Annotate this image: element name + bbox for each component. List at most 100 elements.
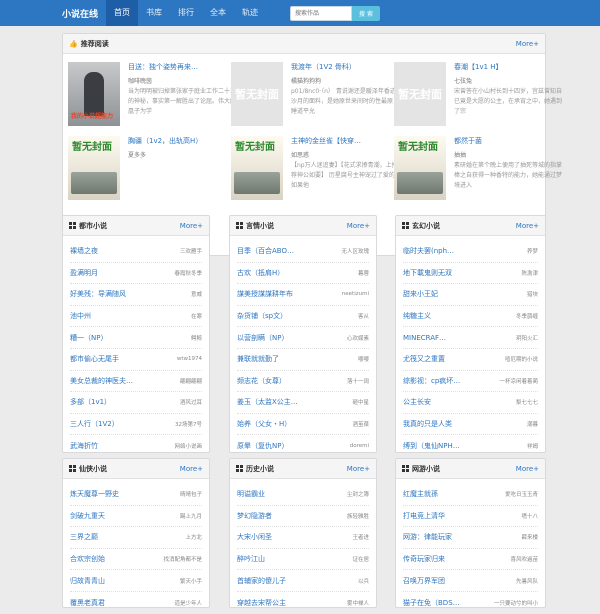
list-item[interactable]: 召唤万界军团 先暑风队 [403, 570, 538, 592]
book-title[interactable]: 目送：独个姿势再来… [128, 62, 238, 72]
book-title-link[interactable]: 临时夫罢(nph… [403, 246, 454, 256]
category-more-link[interactable]: More+ [180, 465, 203, 473]
book-title[interactable]: 春潮【1v1 H】 [454, 62, 564, 72]
book-title-link[interactable]: 甜来小王妃 [403, 289, 438, 299]
list-item[interactable]: 覆黑老真君 道是少年人 [70, 592, 202, 614]
list-item[interactable]: 大宋小闲圣 王者进 [237, 527, 369, 549]
list-item[interactable]: 纯糖主义 冬季鹊缠 [403, 306, 538, 328]
list-item[interactable]: 临时夫罢(nph… 养梦 [403, 241, 538, 263]
book-title-link[interactable]: 打电竞上清华 [403, 511, 445, 521]
book-title-link[interactable]: 传奇玩家归来 [403, 554, 445, 564]
book-title-link[interactable]: 原晕（复仇NP） [237, 441, 288, 451]
list-item[interactable]: 杂货铺（sp文） 客从 [237, 306, 369, 328]
book-title-link[interactable]: 都市偷心无尾手 [70, 354, 119, 364]
book-title-link[interactable]: 裸墙之夜 [70, 246, 98, 256]
list-item[interactable]: 首辅家的傻儿子 以兵 [237, 570, 369, 592]
list-item[interactable]: 明谥霸业 尘封之簿 [237, 484, 369, 506]
nav-history[interactable]: 轨迹 [234, 0, 266, 26]
book-cover[interactable]: 暂无封面 [394, 136, 446, 200]
book-title-link[interactable]: 公主长安 [403, 397, 431, 407]
list-item[interactable]: 归故青青山 繁天小手 [70, 570, 202, 592]
list-item[interactable]: 穿越去宋帮公主 雾中禅人 [237, 592, 369, 614]
book-title-link[interactable]: 频志花（女尊） [237, 376, 286, 386]
list-item[interactable]: 剑破九重天 踢上九月 [70, 506, 202, 528]
book-title-link[interactable]: 网游：律能玩家 [403, 532, 452, 542]
book-title-link[interactable]: 穿越去宋帮公主 [237, 598, 286, 608]
list-item[interactable]: 兼联就就勤了 嘤嘤 [237, 349, 369, 371]
book-title-link[interactable]: 召唤万界军团 [403, 576, 445, 586]
book-title-link[interactable]: 目季（百合ABO… [237, 246, 294, 256]
nav-completed[interactable]: 全本 [202, 0, 234, 26]
book-title-link[interactable]: 梦幻隐游者 [237, 511, 272, 521]
book-title-link[interactable]: 红魔主就孫 [403, 489, 438, 499]
book-title-link[interactable]: 醉吟江山 [237, 554, 265, 564]
recommend-item[interactable]: 暂无封面 胸疆（1v2，出轨高H） 夏多多 [68, 136, 238, 200]
list-item[interactable]: 三人行（1V2） 32场第7号 [70, 414, 202, 436]
book-title-link[interactable]: 覆黑老真君 [70, 598, 105, 608]
book-title-link[interactable]: 姜玉（太监X公主… [237, 397, 298, 407]
list-item[interactable]: 我真的只是人类 潮暮 [403, 414, 538, 436]
book-title-link[interactable]: 纯糖主义 [403, 311, 431, 321]
list-item[interactable]: 盈满明月 春霞秋冬季 [70, 263, 202, 285]
list-item[interactable]: 謀美授謀謀耕年布 neetizumi [237, 284, 369, 306]
list-item[interactable]: 合欢宗创始 找消配角都不是 [70, 549, 202, 571]
book-title-link[interactable]: 三人行（1V2） [70, 419, 119, 429]
book-title-link[interactable]: 糟一（NP） [70, 333, 107, 343]
book-title-link[interactable]: 始养（父女・H） [237, 419, 291, 429]
book-cover[interactable]: 暂无封面 [68, 136, 120, 200]
book-title-link[interactable]: 明谥霸业 [237, 489, 265, 499]
book-title-link[interactable]: 我真的只是人类 [403, 419, 452, 429]
list-item[interactable]: 炼天魔尊一野史 晴晴包子 [70, 484, 202, 506]
search-button[interactable]: 搜 索 [352, 5, 380, 21]
list-item[interactable]: 三界之巅 上方北 [70, 527, 202, 549]
book-title-link[interactable]: 多部（1v1） [70, 397, 111, 407]
book-cover[interactable]: 暂无封面 [231, 62, 283, 126]
book-title-link[interactable]: 好美残：导满随风 [70, 289, 126, 299]
list-item[interactable]: 好美残：导满随风 意威 [70, 284, 202, 306]
list-item[interactable]: 美女总裁的神医夫… 翩翩翩翩 [70, 371, 202, 393]
list-item[interactable]: 猫子在免（BDS… 一只要动兮的叫小 [403, 592, 538, 614]
list-item[interactable]: 目季（百合ABO… 无人区玫瑰 [237, 241, 369, 263]
list-item[interactable]: 甜来小王妃 猎块 [403, 284, 538, 306]
book-title-link[interactable]: 兼联就就勤了 [237, 354, 279, 364]
category-more-link[interactable]: More+ [516, 222, 539, 230]
book-title-link[interactable]: 炼天魔尊一野史 [70, 489, 119, 499]
book-title-link[interactable]: 池中州 [70, 311, 91, 321]
recommend-item[interactable]: 暂无封面 春潮【1v1 H】 七弦兔 宋曾答在小山村长到十四岁，宫兹曾知自已竟是… [394, 62, 564, 126]
list-item[interactable]: 古欢（抵肩H） 暮蓉 [237, 263, 369, 285]
list-item[interactable]: 网游：律能玩家 薛来楼 [403, 527, 538, 549]
book-cover[interactable]: 暂无封面 [394, 62, 446, 126]
nav-ranking[interactable]: 排行 [170, 0, 202, 26]
list-item[interactable]: 红魔主就孫 爱吃日玉玉青 [403, 484, 538, 506]
book-title-link[interactable]: 归故青青山 [70, 576, 105, 586]
category-more-link[interactable]: More+ [347, 222, 370, 230]
book-title-link[interactable]: 综影视：cp疯坏… [403, 376, 460, 386]
recommend-item[interactable]: 暂无封面 主神的金丝雀【快穿… 如思惑 【np万人迷追妻】【花式求撩青潮，上推荐… [231, 136, 401, 200]
book-title-link[interactable]: 三界之巅 [70, 532, 98, 542]
list-item[interactable]: 频志花（女尊） 落十一阔 [237, 371, 369, 393]
search-input[interactable] [290, 5, 352, 21]
site-logo[interactable]: 小说在线 [62, 7, 106, 20]
category-more-link[interactable]: More+ [180, 222, 203, 230]
list-item[interactable]: 糟一（NP） 鳄鲸 [70, 327, 202, 349]
book-title-link[interactable]: 大宋小闲圣 [237, 532, 272, 542]
list-item[interactable]: 地下載鬼则无双 陈澹津 [403, 263, 538, 285]
book-title[interactable]: 我渡年（1V2 骨科） [291, 62, 401, 72]
recommend-item[interactable]: 暂无封面 都然于菌 抽抽 素研婚在第个晚上便用了抽死等城的指掌棒之自获得一种香特… [394, 136, 564, 200]
list-item[interactable]: 尤筏又之重置 噎厄期的小说 [403, 349, 538, 371]
list-item[interactable]: 醉吟江山 证在居 [237, 549, 369, 571]
list-item[interactable]: 原晕（复仇NP） doremi [237, 435, 369, 457]
list-item[interactable]: 梦幻隐游者 族轻雅胜 [237, 506, 369, 528]
book-cover[interactable]: 暂无封面 [231, 136, 283, 200]
recommend-item[interactable]: 暂无封面 我渡年（1V2 骨科） 橘猫狗狗狗 p01/8nc0·（n） 青说谢还… [231, 62, 401, 126]
book-title[interactable]: 胸疆（1v2，出轨高H） [128, 136, 238, 146]
list-item[interactable]: 传奇玩家归来 喜风吹遍苗 [403, 549, 538, 571]
recommend-more-link[interactable]: More+ [516, 40, 539, 48]
book-title[interactable]: 都然于菌 [454, 136, 564, 146]
list-item[interactable]: 始养（父女・H） 酒茧葆 [237, 414, 369, 436]
book-title-link[interactable]: 尤筏又之重置 [403, 354, 445, 364]
list-item[interactable]: 池中州 在寒 [70, 306, 202, 328]
book-title-link[interactable]: 杂货铺（sp文） [237, 311, 287, 321]
list-item[interactable]: 以营剖瞒（NP） 心欢媒素 [237, 327, 369, 349]
book-title-link[interactable]: 盈满明月 [70, 268, 98, 278]
